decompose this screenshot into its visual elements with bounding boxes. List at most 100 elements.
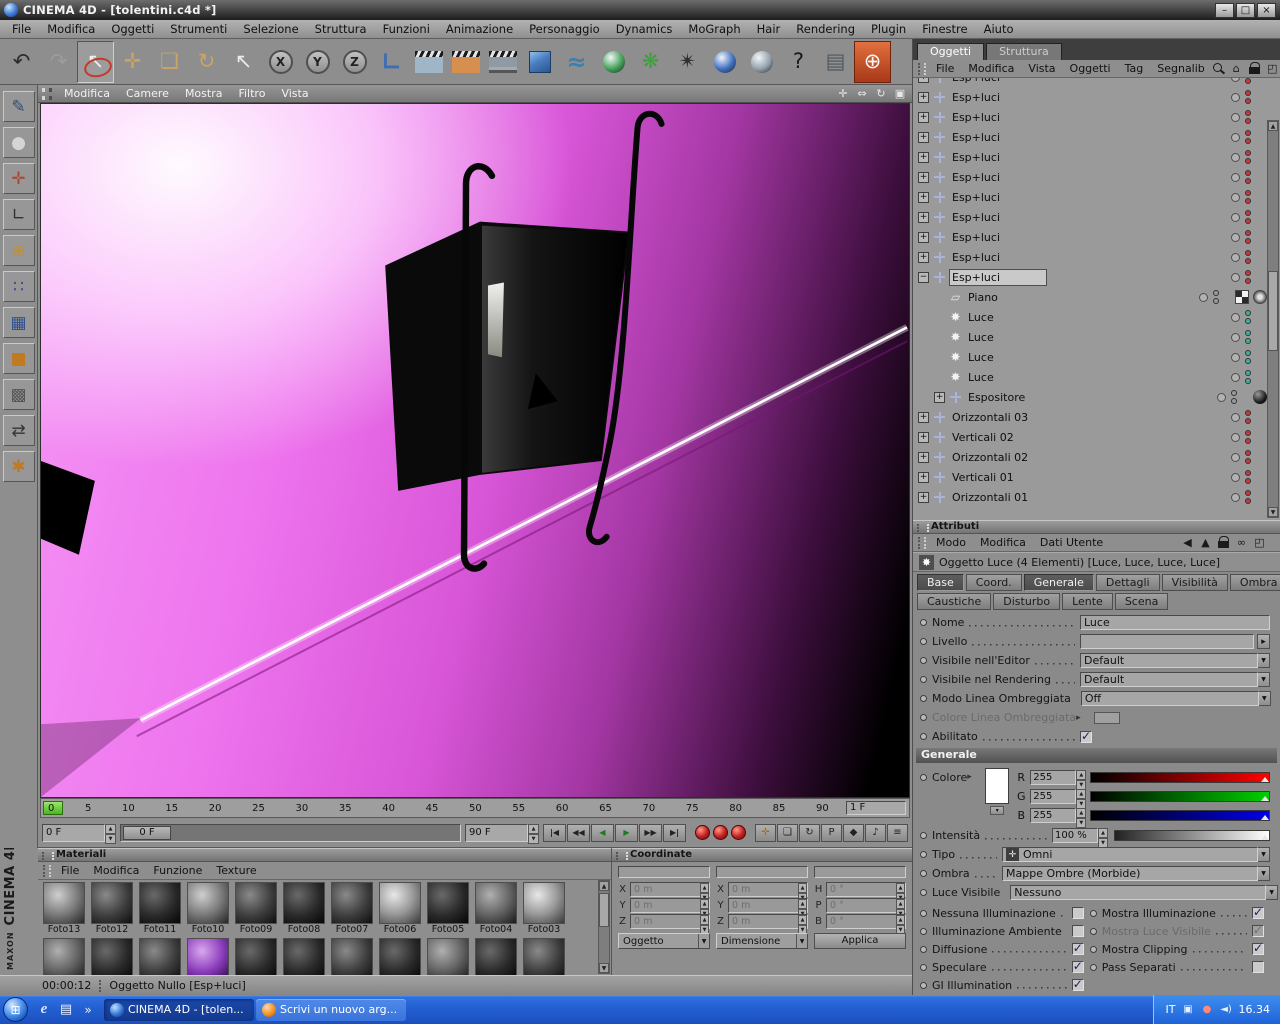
viewport-grip[interactable] (42, 87, 52, 100)
visibility-dots[interactable] (1245, 130, 1251, 144)
alert-tray-icon[interactable]: ● (1201, 1003, 1214, 1016)
menu-item[interactable]: Strumenti (162, 22, 235, 36)
menu-item[interactable]: Selezione (235, 22, 306, 36)
menu-item[interactable]: Funzioni (375, 22, 438, 36)
anim-dot[interactable] (1089, 945, 1097, 953)
spinner-arrows[interactable] (528, 824, 539, 842)
checkbox[interactable] (1071, 907, 1084, 919)
edges-mode-icon[interactable]: ▦ (2, 307, 35, 338)
tree-row[interactable]: + Esp+luci (913, 87, 1267, 107)
layer-dot[interactable] (1231, 312, 1240, 322)
material-item[interactable] (136, 936, 184, 975)
attr-link-icon[interactable]: ∞ (1235, 536, 1248, 549)
layer-dot[interactable] (1231, 152, 1240, 162)
anim-dot[interactable] (920, 963, 927, 971)
attr-tab[interactable]: Coord. (965, 574, 1022, 591)
anim-dot[interactable] (920, 851, 927, 858)
abilitato-checkbox[interactable] (1080, 729, 1092, 743)
material-thumbnail[interactable] (379, 938, 421, 975)
viewport-menu-item[interactable]: Filtro (230, 87, 273, 100)
menu-item[interactable]: MoGraph (680, 22, 748, 36)
tag-icons[interactable] (1235, 290, 1267, 304)
om-menu-item[interactable]: Tag (1118, 62, 1151, 75)
expand-toggle[interactable]: + (918, 451, 929, 463)
generale-section-header[interactable]: Generale (916, 748, 1277, 763)
object-label[interactable]: Luce (966, 370, 1046, 385)
current-tool-icon[interactable]: ↖ (225, 41, 262, 83)
add-deformer-button[interactable] (706, 41, 743, 83)
layer-dot[interactable] (1231, 332, 1240, 342)
menu-item[interactable]: Animazione (438, 22, 521, 36)
app-icon[interactable] (4, 3, 18, 17)
expand-triangle-icon[interactable] (967, 772, 975, 782)
attr-dock-icon[interactable]: ◰ (1253, 536, 1266, 549)
visibility-dots[interactable] (1245, 230, 1251, 244)
visibility-dots[interactable] (1245, 470, 1251, 484)
layer-dot[interactable] (1231, 92, 1240, 102)
object-label[interactable]: Esp+luci (950, 250, 1046, 265)
tree-row[interactable]: − Esp+luci (913, 267, 1267, 287)
taskbar-task[interactable]: Scrivi un nuovo arg... (256, 998, 406, 1021)
polygons-mode-icon[interactable]: ■ (2, 343, 35, 374)
anim-dot[interactable] (920, 619, 927, 626)
layer-dot[interactable] (1231, 372, 1240, 382)
expand-toggle[interactable]: + (918, 411, 929, 423)
tree-row[interactable]: Piano (913, 287, 1267, 307)
checkbox[interactable] (1071, 941, 1084, 955)
points-mode-icon[interactable]: ∷ (2, 271, 35, 302)
visibility-dots[interactable] (1245, 430, 1251, 444)
quicklaunch-desktop-icon[interactable] (56, 1000, 76, 1020)
coord-field[interactable]: 0 m (728, 913, 808, 929)
pan-view-icon[interactable]: ✛ (835, 87, 851, 101)
panel-grip[interactable] (918, 62, 926, 75)
rgb-value-field[interactable]: 255 (1030, 788, 1086, 804)
tree-row[interactable]: + Esp+luci (913, 147, 1267, 167)
visibile-editor-dropdown[interactable]: Default (1080, 653, 1258, 668)
om-menu-item[interactable]: File (929, 62, 961, 75)
layer-dot[interactable] (1231, 252, 1240, 262)
material-thumbnail[interactable] (43, 882, 85, 924)
om-home-icon[interactable]: ⌂ (1230, 62, 1243, 75)
menu-item[interactable]: Aiuto (976, 22, 1022, 36)
viewport-menu-item[interactable]: Vista (273, 87, 316, 100)
render-settings-button[interactable] (484, 41, 521, 83)
rgb-gradient-slider[interactable] (1090, 771, 1270, 783)
goto-start-button[interactable]: |◀ (543, 823, 566, 842)
taskbar-task[interactable]: CINEMA 4D - [tolen... (104, 998, 254, 1021)
object-label[interactable]: Esp+luci (950, 130, 1046, 145)
menu-item[interactable]: Rendering (788, 22, 863, 36)
keyframe-parameter-toggle[interactable]: P (821, 823, 842, 842)
layer-dot[interactable] (1231, 452, 1240, 462)
material-item[interactable]: Foto08 (280, 880, 328, 936)
anim-dot[interactable] (920, 676, 927, 683)
rgb-value-field[interactable]: 255 (1030, 769, 1086, 785)
object-label[interactable]: Esp+luci (950, 78, 1046, 85)
material-item[interactable] (280, 936, 328, 975)
layer-dot[interactable] (1231, 212, 1240, 222)
visibility-dots[interactable] (1245, 490, 1251, 504)
timeline-ruler[interactable]: 0 5 10 15 20 25 30 35 40 45 50 55 60 65 70 75 80 85 90 1 F (40, 798, 910, 818)
expand-toggle[interactable]: + (918, 491, 929, 503)
record-selection-button[interactable] (731, 825, 746, 840)
attr-back-icon[interactable]: ◀ (1181, 536, 1194, 549)
viewport-menu-item[interactable]: Mostra (177, 87, 231, 100)
tree-row[interactable]: + Orizzontali 01 (913, 487, 1267, 507)
tree-row[interactable]: + Esp+luci (913, 167, 1267, 187)
checkbox[interactable] (1071, 977, 1084, 991)
position-mode-dropdown[interactable]: Oggetto (618, 933, 710, 949)
anim-dot[interactable] (920, 909, 927, 917)
anim-dot[interactable] (920, 638, 927, 645)
spinner-arrows[interactable] (700, 915, 709, 928)
quicklaunch-overflow-chevron[interactable] (78, 1000, 98, 1020)
start-button[interactable] (3, 997, 28, 1022)
help-button[interactable]: ? (780, 41, 817, 83)
apply-button[interactable]: Applica (814, 933, 906, 949)
object-label[interactable]: Esp+luci (950, 210, 1046, 225)
tree-row[interactable]: + Esp+luci (913, 187, 1267, 207)
scroll-up-arrow[interactable]: ▲ (599, 881, 609, 891)
om-search-icon[interactable] (1212, 62, 1225, 75)
lock-z-axis-button[interactable]: Z (336, 41, 373, 83)
material-thumbnail[interactable] (187, 882, 229, 924)
material-item[interactable]: Foto10 (184, 880, 232, 936)
nome-field[interactable]: Luce (1080, 615, 1270, 630)
